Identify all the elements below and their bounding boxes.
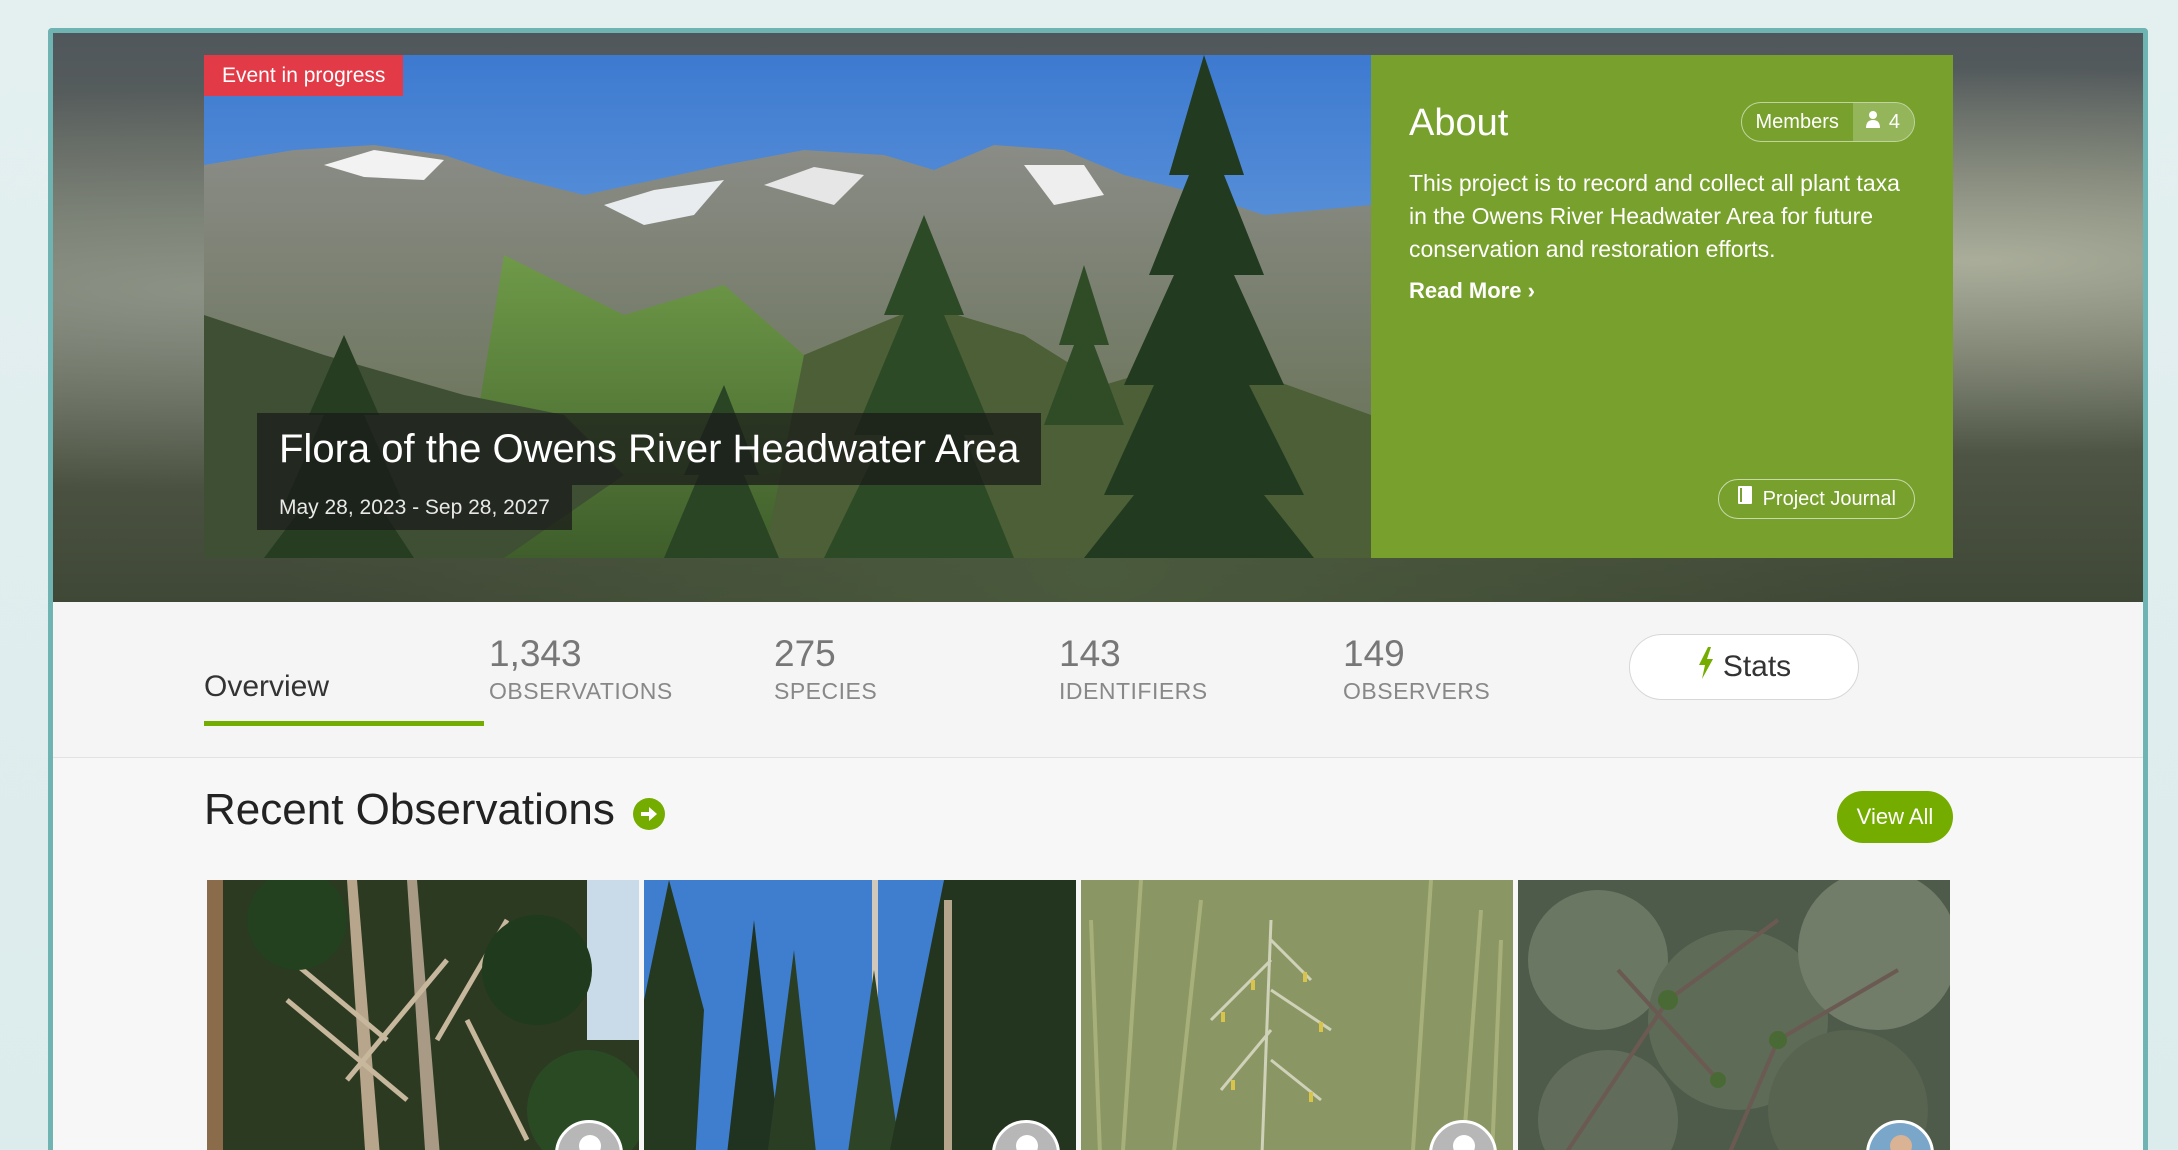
observers-count: 149	[1343, 633, 1405, 674]
observers-label: OBSERVERS	[1343, 678, 1491, 704]
members-button[interactable]: Members 4	[1740, 102, 1915, 142]
observations-count: 1,343	[489, 633, 582, 674]
read-more-label: Read More	[1409, 278, 1522, 303]
about-description: This project is to record and collect al…	[1409, 170, 1900, 262]
observations-label: OBSERVATIONS	[489, 678, 673, 704]
journal-icon	[1737, 480, 1753, 518]
tab-species[interactable]: 275 SPECIES	[774, 632, 877, 706]
stats-label: Stats	[1722, 650, 1792, 683]
recent-observations-heading: Recent Observations	[204, 785, 665, 835]
observation-photo	[644, 880, 1076, 1150]
identifiers-count: 143	[1059, 633, 1121, 674]
observation-photo	[1081, 880, 1513, 1150]
observation-photo	[1518, 880, 1950, 1150]
about-panel: About Members 4 This project is to recor…	[1371, 55, 1953, 558]
recent-observations-title: Recent Observations	[204, 785, 615, 834]
identifiers-label: IDENTIFIERS	[1059, 678, 1208, 704]
project-header: Event in progress Flora of the Owens Riv…	[53, 33, 2143, 602]
species-label: SPECIES	[774, 678, 878, 704]
project-dates: May 28, 2023 - Sep 28, 2027	[257, 485, 572, 530]
observation-card[interactable]	[207, 880, 639, 1150]
read-more-link[interactable]: Read More ›	[1409, 276, 1535, 306]
chevron-right-icon: ›	[1521, 278, 1535, 303]
browser-window: Event in progress Flora of the Owens Riv…	[48, 28, 2148, 1150]
tab-identifiers[interactable]: 143 IDENTIFIERS	[1059, 632, 1208, 706]
arrow-right-circle-icon[interactable]	[632, 798, 665, 830]
tab-overview-label: Overview	[204, 670, 330, 703]
event-in-progress-badge: Event in progress	[204, 55, 404, 96]
project-journal-button[interactable]: Project Journal	[1717, 479, 1915, 519]
observation-photo	[207, 880, 639, 1150]
observation-card[interactable]	[1081, 880, 1513, 1150]
stats-button[interactable]: Stats	[1629, 634, 1859, 700]
view-all-button[interactable]: View All	[1837, 791, 1953, 843]
observation-card[interactable]	[1518, 880, 1950, 1150]
tab-observations[interactable]: 1,343 OBSERVATIONS	[489, 632, 673, 706]
project-banner-photo: Event in progress Flora of the Owens Riv…	[204, 55, 1371, 558]
tab-observers[interactable]: 149 OBSERVERS	[1343, 632, 1490, 706]
members-label: Members	[1755, 111, 1839, 133]
project-journal-label: Project Journal	[1762, 488, 1896, 510]
lightning-icon	[1697, 647, 1715, 687]
species-count: 275	[774, 633, 836, 674]
recent-observations-grid	[207, 880, 1957, 1150]
tab-overview[interactable]: Overview	[204, 602, 484, 726]
person-icon	[1865, 103, 1881, 141]
project-tabs-bar: Overview 1,343 OBSERVATIONS 275 SPECIES …	[53, 602, 2143, 758]
members-count-badge: 4	[1852, 103, 1914, 141]
project-title: Flora of the Owens River Headwater Area	[257, 413, 1042, 485]
members-count: 4	[1888, 111, 1900, 133]
observation-card[interactable]	[644, 880, 1076, 1150]
